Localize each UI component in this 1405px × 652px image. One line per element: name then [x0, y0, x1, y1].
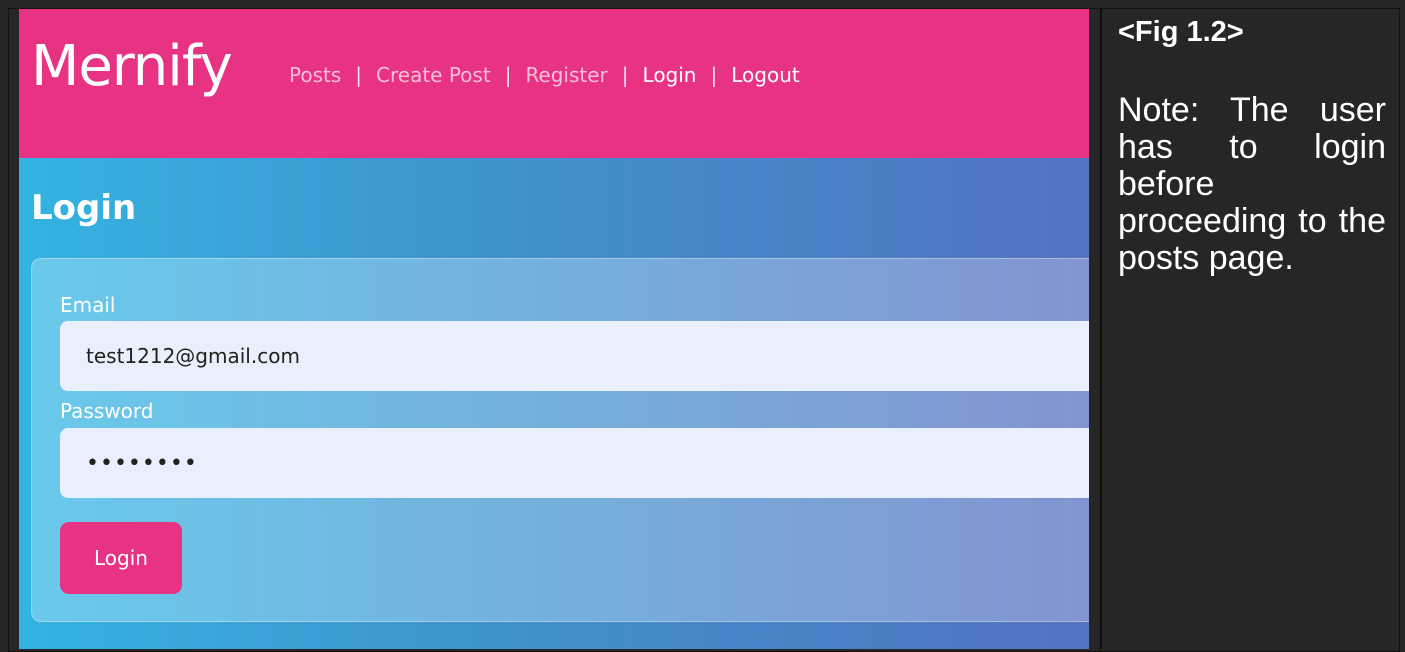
email-field[interactable]: test1212@gmail.com [60, 321, 1089, 391]
password-field[interactable]: •••••••• [60, 428, 1089, 498]
cell-divider [1100, 9, 1102, 649]
email-label: Email [60, 293, 116, 317]
app-screenshot: Mernify Posts | Create Post | Register |… [19, 9, 1089, 649]
main-content: Login Email test1212@gmail.com Password … [19, 158, 1089, 649]
password-value: •••••••• [86, 450, 198, 476]
nav-separator: | [355, 63, 363, 87]
nav-link-login[interactable]: Login [643, 63, 697, 87]
nav-link-register[interactable]: Register [525, 63, 607, 87]
nav-separator: | [621, 63, 629, 87]
navbar: Mernify Posts | Create Post | Register |… [19, 9, 1089, 158]
nav-link-create-post[interactable]: Create Post [376, 63, 491, 87]
figure-caption: <Fig 1.2> [1118, 16, 1244, 48]
nav-separator: | [710, 63, 718, 87]
note-text: Note: The user has to login before proce… [1118, 91, 1386, 277]
page-title: Login [31, 188, 137, 228]
email-value: test1212@gmail.com [86, 344, 300, 368]
nav-link-logout[interactable]: Logout [731, 63, 799, 87]
login-button[interactable]: Login [60, 522, 182, 594]
nav-links: Posts | Create Post | Register | Login |… [289, 63, 800, 87]
brand-logo[interactable]: Mernify [31, 39, 233, 95]
nav-separator: | [504, 63, 512, 87]
note-cell: <Fig 1.2> Note: The user has to login be… [1118, 12, 1386, 277]
password-label: Password [60, 399, 154, 423]
login-form-card: Email test1212@gmail.com Password ••••••… [31, 258, 1089, 622]
nav-link-posts[interactable]: Posts [289, 63, 341, 87]
